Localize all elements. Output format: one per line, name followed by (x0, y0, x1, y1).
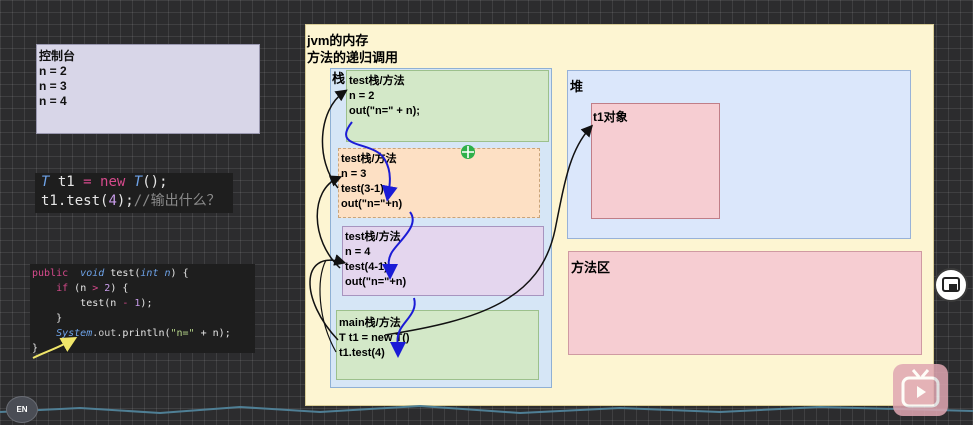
reference-arrow (384, 124, 594, 336)
bilibili-tv-button[interactable] (893, 364, 948, 416)
picture-in-picture-icon (942, 277, 960, 292)
cursor-move-icon (461, 145, 475, 159)
call-arrow (319, 259, 337, 353)
return-arrow (389, 297, 416, 358)
annotation-arrows (0, 89, 973, 415)
call-arrow (321, 89, 348, 189)
return-arrow (381, 211, 414, 280)
picture-in-picture-button[interactable] (934, 268, 968, 302)
language-badge[interactable]: EN (6, 396, 38, 423)
hint-arrow (32, 337, 78, 359)
call-arrow (316, 175, 343, 269)
return-arrow (345, 121, 398, 202)
bilibili-tv-icon (901, 369, 940, 408)
